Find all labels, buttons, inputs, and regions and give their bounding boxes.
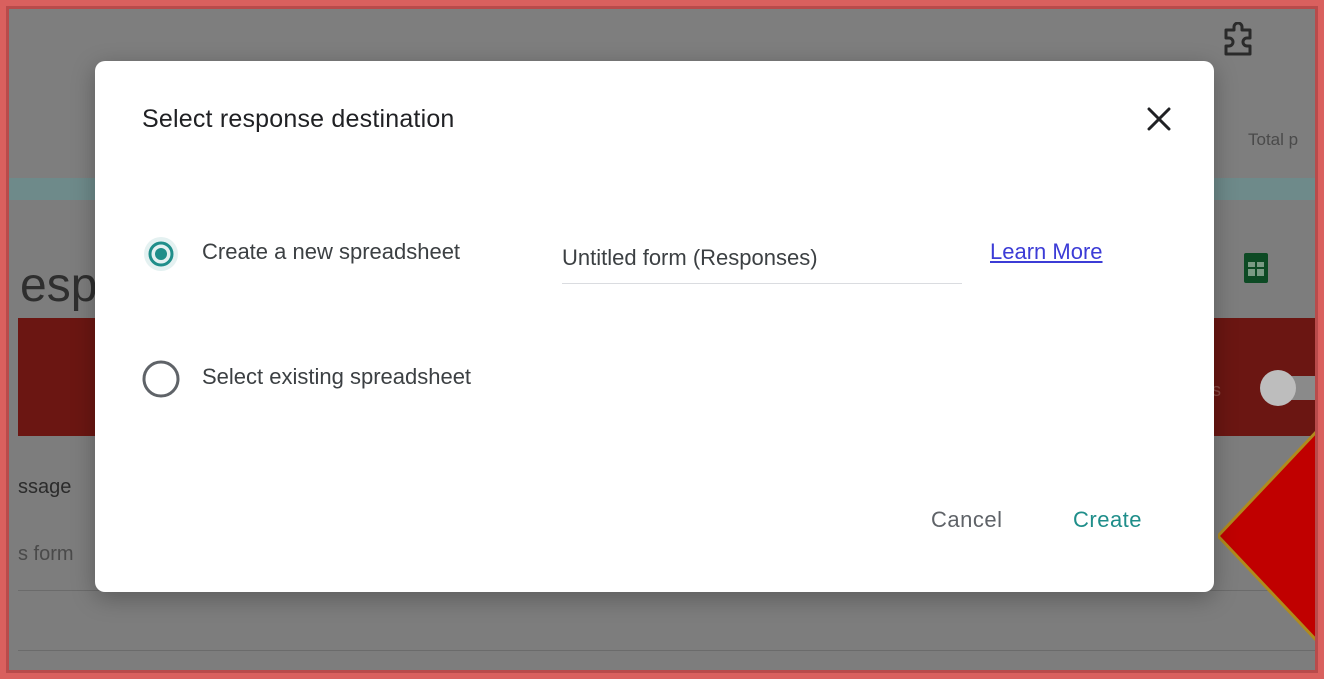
create-button[interactable]: Create — [1073, 507, 1142, 533]
total-points-label: Total p — [1248, 130, 1299, 149]
radio-select-existing-spreadsheet[interactable] — [141, 359, 181, 399]
learn-more-link[interactable]: Learn More — [990, 239, 1103, 265]
responses-heading: esp — [20, 259, 98, 312]
message-label: ssage — [18, 476, 72, 498]
background-divider — [18, 650, 1324, 651]
annotation-arrow-icon — [1218, 430, 1324, 642]
toggle-knob — [1260, 370, 1296, 406]
option-select-existing-label: Select existing spreadsheet — [202, 364, 472, 389]
response-destination-dialog: Select response destination Create a new… — [95, 61, 1214, 592]
radio-create-new-spreadsheet[interactable] — [141, 234, 181, 274]
spreadsheet-name-input[interactable] — [562, 233, 962, 284]
google-sheets-icon[interactable] — [1244, 253, 1268, 283]
dialog-title: Select response destination — [142, 105, 455, 133]
account-icon[interactable] — [1310, 20, 1324, 58]
close-icon[interactable] — [1139, 99, 1179, 139]
extension-puzzle-icon[interactable] — [1222, 22, 1256, 58]
message-text: s form — [18, 543, 74, 565]
option-create-new-label: Create a new spreadsheet — [202, 239, 461, 264]
cancel-button[interactable]: Cancel — [931, 507, 1002, 533]
